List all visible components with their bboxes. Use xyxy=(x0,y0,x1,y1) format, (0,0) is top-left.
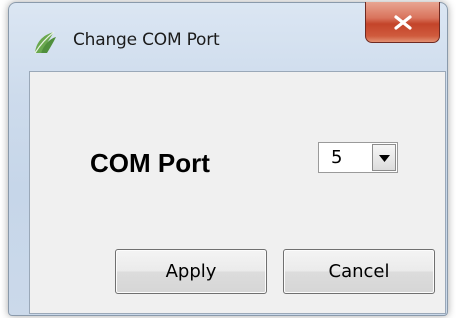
com-port-dropdown-button[interactable] xyxy=(372,144,396,171)
com-port-select[interactable]: 5 xyxy=(318,142,398,173)
apply-button[interactable]: Apply xyxy=(115,249,267,294)
com-port-label: COM Port xyxy=(90,148,210,178)
app-leaf-icon xyxy=(32,29,58,55)
dialog-client-area: COM Port 5 Apply Cancel xyxy=(29,71,446,314)
window-title: Change COM Port xyxy=(73,30,220,50)
close-icon xyxy=(394,15,412,30)
close-button[interactable] xyxy=(365,2,440,43)
chevron-down-icon xyxy=(379,155,390,162)
dialog-window: Change COM Port COM Port 5 Apply Cancel xyxy=(8,2,448,316)
title-bar[interactable]: Change COM Port xyxy=(9,2,447,65)
cancel-button[interactable]: Cancel xyxy=(283,249,435,294)
com-port-value: 5 xyxy=(331,147,343,168)
